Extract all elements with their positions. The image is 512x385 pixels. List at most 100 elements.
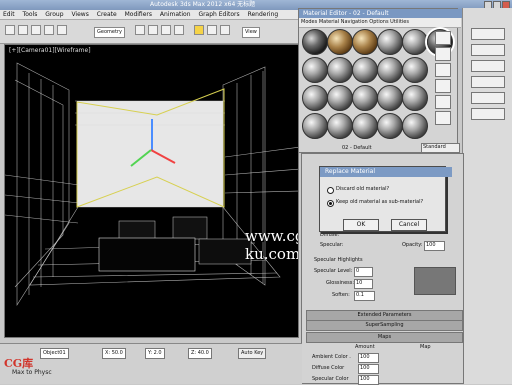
status-bar: Object01 X: 50.0 Y: 2.0 Z: 40.0 Auto Key…: [0, 343, 302, 384]
x-coordinate-field[interactable]: X: 50.0: [102, 348, 126, 359]
backlight-icon[interactable]: [435, 47, 451, 61]
material-slot[interactable]: [302, 57, 328, 83]
menu-modifiers[interactable]: Modifiers: [122, 10, 155, 20]
diffuse-amount-field[interactable]: 100: [358, 364, 379, 374]
reference-coordinate-dropdown[interactable]: View: [242, 27, 260, 38]
selected-object-field[interactable]: Object01: [40, 348, 69, 359]
window-light-panel: [77, 101, 223, 207]
material-slot[interactable]: [352, 85, 378, 111]
motion-panel-button[interactable]: [471, 76, 505, 88]
display-panel-button[interactable]: [471, 92, 505, 104]
sample-type-icon[interactable]: [435, 31, 451, 45]
ok-button[interactable]: OK: [343, 219, 379, 231]
main-menu: Edit Tools Group Views Create Modifiers …: [0, 10, 300, 20]
material-slot[interactable]: [377, 57, 403, 83]
bind-space-warp-icon[interactable]: [57, 25, 67, 35]
camera-viewport[interactable]: [+][Camera01][Wireframe] www.cg-ku.com: [4, 44, 299, 338]
hierarchy-panel-button[interactable]: [471, 60, 505, 72]
supersampling-rollout[interactable]: SuperSampling: [306, 320, 463, 331]
make-preview-icon[interactable]: [435, 111, 451, 125]
command-panel: [462, 8, 512, 384]
video-color-check-icon[interactable]: [435, 95, 451, 109]
material-slot[interactable]: [352, 57, 378, 83]
undo-icon[interactable]: [5, 25, 15, 35]
auto-key-button[interactable]: Auto Key: [238, 348, 267, 359]
ambient-amount-field[interactable]: 100: [358, 353, 379, 363]
window-crossing-icon[interactable]: [174, 25, 184, 35]
glossiness-field[interactable]: 10: [354, 279, 373, 289]
region-select-icon[interactable]: [161, 25, 171, 35]
menu-edit[interactable]: Edit: [0, 10, 18, 20]
menu-views[interactable]: Views: [68, 10, 91, 20]
link-icon[interactable]: [31, 25, 41, 35]
menu-animation[interactable]: Animation: [157, 10, 194, 20]
material-slot[interactable]: [377, 85, 403, 111]
menu-rendering[interactable]: Rendering: [245, 10, 282, 20]
material-slot[interactable]: [352, 113, 378, 139]
create-panel-button[interactable]: [471, 28, 505, 40]
specular-highlights-title: Specular Highlights: [314, 257, 363, 263]
soften-field[interactable]: 0.1: [354, 291, 375, 301]
material-slot[interactable]: [377, 113, 403, 139]
viewport-label[interactable]: [+][Camera01][Wireframe]: [9, 47, 91, 54]
y-coordinate-field[interactable]: Y: 2.0: [145, 348, 165, 359]
diffuse-color-label: Diffuse Color: [312, 365, 345, 371]
material-slot[interactable]: [327, 113, 353, 139]
keep-material-label: Keep old material as sub-material?: [336, 199, 424, 205]
replace-material-dialog: Replace Material Discard old material? K…: [319, 166, 452, 232]
background-icon[interactable]: [435, 63, 451, 77]
material-name: 02 - Default: [342, 145, 372, 151]
menu-group[interactable]: Group: [42, 10, 66, 20]
cancel-button[interactable]: Cancel: [391, 219, 427, 231]
material-slot[interactable]: [402, 113, 428, 139]
maps-rollout[interactable]: Maps: [306, 332, 463, 343]
utilities-panel-button[interactable]: [471, 108, 505, 120]
menu-graph-editors[interactable]: Graph Editors: [195, 10, 242, 20]
material-slot[interactable]: [302, 29, 328, 55]
specular-level-field[interactable]: 0: [354, 267, 373, 277]
sample-uv-icon[interactable]: [435, 79, 451, 93]
rotate-icon[interactable]: [207, 25, 217, 35]
material-slot[interactable]: [302, 113, 328, 139]
material-slot[interactable]: [402, 57, 428, 83]
status-message: Max to Physc: [12, 369, 52, 376]
opacity-field[interactable]: 100: [424, 241, 445, 251]
wireframe-scene: [5, 45, 298, 337]
material-slot[interactable]: [327, 57, 353, 83]
material-type-button[interactable]: Standard: [421, 143, 460, 153]
selection-filter-dropdown[interactable]: Geometry: [94, 27, 125, 38]
material-slot[interactable]: [327, 85, 353, 111]
table: [98, 237, 196, 272]
soften-label: Soften:: [332, 292, 350, 298]
chair-right: [172, 216, 208, 240]
discard-material-radio[interactable]: [327, 187, 334, 194]
material-slot[interactable]: [402, 29, 428, 55]
select-by-name-icon[interactable]: [148, 25, 158, 35]
material-editor-menu[interactable]: Modes Material Navigation Options Utilit…: [299, 18, 461, 28]
modify-panel-button[interactable]: [471, 44, 505, 56]
z-coordinate-field[interactable]: Z: 40.0: [188, 348, 212, 359]
select-object-icon[interactable]: [135, 25, 145, 35]
material-editor-window: Material Editor - 02 - Default Modes Mat…: [298, 8, 463, 153]
glossiness-label: Glossiness:: [326, 280, 355, 286]
specular-color-label: Specular Color: [312, 376, 349, 382]
menu-tools[interactable]: Tools: [20, 10, 41, 20]
redo-icon[interactable]: [18, 25, 28, 35]
window-title: Autodesk 3ds Max 2012 x64 无标题: [150, 1, 256, 8]
material-slot[interactable]: [327, 29, 353, 55]
material-slot[interactable]: [302, 85, 328, 111]
material-editor-side-tools: [429, 29, 457, 141]
material-slot[interactable]: [352, 29, 378, 55]
specular-label: Specular:: [320, 242, 344, 248]
material-slot[interactable]: [377, 29, 403, 55]
keep-material-radio[interactable]: [327, 200, 334, 207]
scale-icon[interactable]: [220, 25, 230, 35]
diffuse-label: Diffuse:: [320, 232, 340, 238]
opacity-label: Opacity:: [402, 242, 423, 248]
material-slot[interactable]: [402, 85, 428, 111]
material-editor-title: Material Editor - 02 - Default: [299, 9, 463, 18]
move-icon[interactable]: [194, 25, 204, 35]
discard-material-label: Discard old material?: [336, 186, 390, 192]
menu-create[interactable]: Create: [94, 10, 120, 20]
unlink-icon[interactable]: [44, 25, 54, 35]
